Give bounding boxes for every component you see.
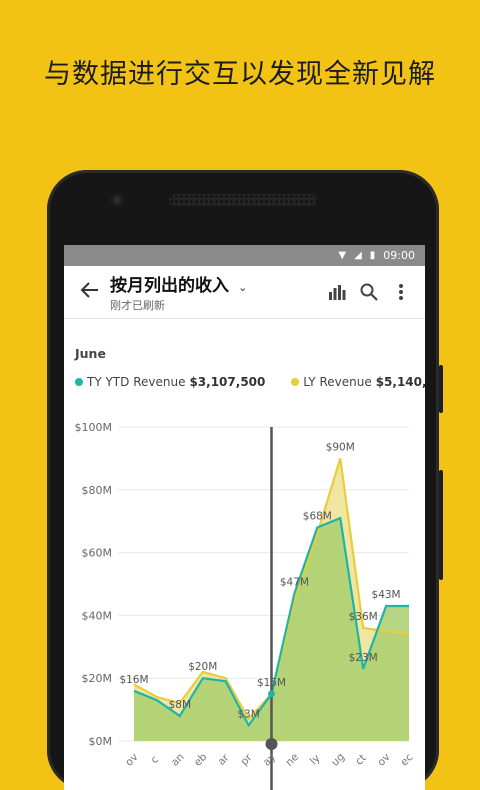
report-title: 按月列出的收入	[110, 276, 229, 296]
legend-item-ty[interactable]: TY YTD Revenue $3,107,500	[75, 375, 265, 389]
legend-label-ty: TY YTD Revenue	[87, 375, 186, 389]
data-label: $8M	[169, 699, 191, 711]
back-arrow-icon[interactable]	[70, 280, 110, 305]
data-label: $16M	[119, 674, 148, 686]
power-button	[439, 470, 443, 580]
y-tick-label: $60M	[82, 547, 113, 560]
x-tick-label: ec	[398, 751, 415, 768]
phone-frame: ▼ ◢ ▮ 09:00 按月列出的收入 ⌄ 刚才已刷新 June TY YTD …	[47, 170, 443, 790]
refresh-status: 刚才已刷新	[110, 299, 165, 312]
status-time: 09:00	[383, 249, 415, 262]
selection-label: June	[75, 346, 106, 361]
phone-screen: ▼ ◢ ▮ 09:00 按月列出的收入 ⌄ 刚才已刷新 June TY YTD …	[64, 245, 425, 790]
chevron-down-icon[interactable]: ⌄	[238, 281, 247, 294]
headline: 与数据进行交互以发现全新见解	[44, 59, 436, 90]
legend-label-ly: LY Revenue	[303, 375, 372, 389]
data-label: $90M	[326, 441, 355, 453]
wifi-icon: ▼	[338, 250, 347, 261]
signal-icon: ◢	[354, 250, 362, 261]
app-bar: 按月列出的收入 ⌄ 刚才已刷新	[64, 266, 425, 319]
revenue-area-chart[interactable]: $0M $20M $40M $60M $80M $100M $16M $8M $20M $3M $1…	[64, 410, 425, 790]
x-tick-label: ct	[353, 752, 368, 767]
speaker-grille	[169, 194, 317, 206]
x-tick-label: an	[169, 751, 187, 769]
battery-icon: ▮	[369, 250, 376, 261]
x-tick-label: ne	[283, 751, 301, 769]
data-label: $43M	[372, 589, 401, 601]
data-label: $15M	[257, 677, 286, 689]
y-tick-label: $100M	[75, 421, 113, 434]
search-icon[interactable]	[353, 276, 385, 308]
front-camera	[110, 193, 124, 207]
x-tick-label: eb	[192, 751, 210, 769]
data-label: $47M	[280, 576, 309, 588]
x-tick-label: ly	[308, 752, 323, 767]
y-tick-label: $80M	[82, 484, 113, 497]
selection-handle	[265, 738, 278, 750]
x-tick-label: pr	[238, 751, 255, 768]
chart-legend: TY YTD Revenue $3,107,500 LY Revenue $5,…	[75, 375, 425, 389]
status-bar: ▼ ◢ ▮ 09:00	[64, 245, 425, 266]
x-tick-label: c	[149, 753, 162, 766]
legend-dot-ty	[75, 378, 83, 386]
data-label: $20M	[188, 661, 217, 673]
y-tick-label: $40M	[82, 609, 113, 622]
x-tick-label: ar	[215, 751, 232, 768]
bar-chart-icon[interactable]	[321, 276, 353, 308]
x-tick-label: ug	[329, 751, 347, 769]
legend-value-ty: $3,107,500	[189, 375, 266, 389]
y-tick-label: $20M	[82, 672, 113, 685]
legend-item-ly[interactable]: LY Revenue $5,140,4	[291, 375, 425, 389]
legend-dot-ly	[291, 378, 300, 386]
data-label: $36M	[349, 611, 378, 623]
volume-button	[439, 365, 443, 413]
report-title-group[interactable]: 按月列出的收入 ⌄ 刚才已刷新	[110, 271, 321, 313]
data-label: $68M	[303, 510, 332, 522]
data-label: $23M	[349, 652, 378, 664]
more-vert-icon[interactable]	[385, 276, 417, 308]
x-tick-label: ov	[123, 751, 140, 768]
legend-value-ly: $5,140,4	[375, 375, 425, 389]
data-label: $3M	[237, 708, 259, 720]
x-tick-label: ov	[375, 751, 392, 768]
x-tick-label: ay	[261, 751, 278, 768]
selected-point-ty	[268, 690, 275, 698]
y-tick-label: $0M	[89, 735, 113, 748]
